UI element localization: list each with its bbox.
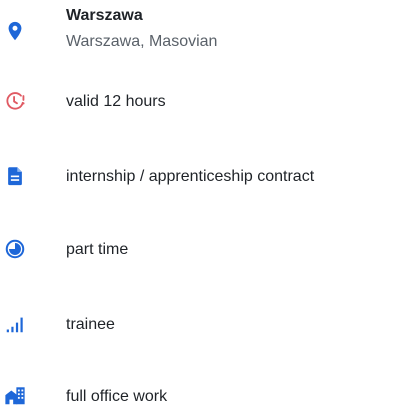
location-region: Warszawa, Masovian [66, 33, 218, 50]
location-pin-icon [4, 20, 26, 42]
location-city: Warszawa [66, 7, 143, 24]
office-building-icon [4, 385, 26, 407]
worktime-label: part time [66, 241, 129, 258]
signal-bars-icon [4, 313, 26, 335]
level-label: trainee [66, 316, 115, 333]
clock-alert-icon [4, 90, 26, 112]
workmode-label: full office work [66, 388, 168, 405]
document-icon [4, 165, 26, 187]
pie-clock-icon [4, 238, 26, 260]
contract-label: internship / apprenticeship contract [66, 168, 315, 185]
validity-label: valid 12 hours [66, 93, 166, 110]
